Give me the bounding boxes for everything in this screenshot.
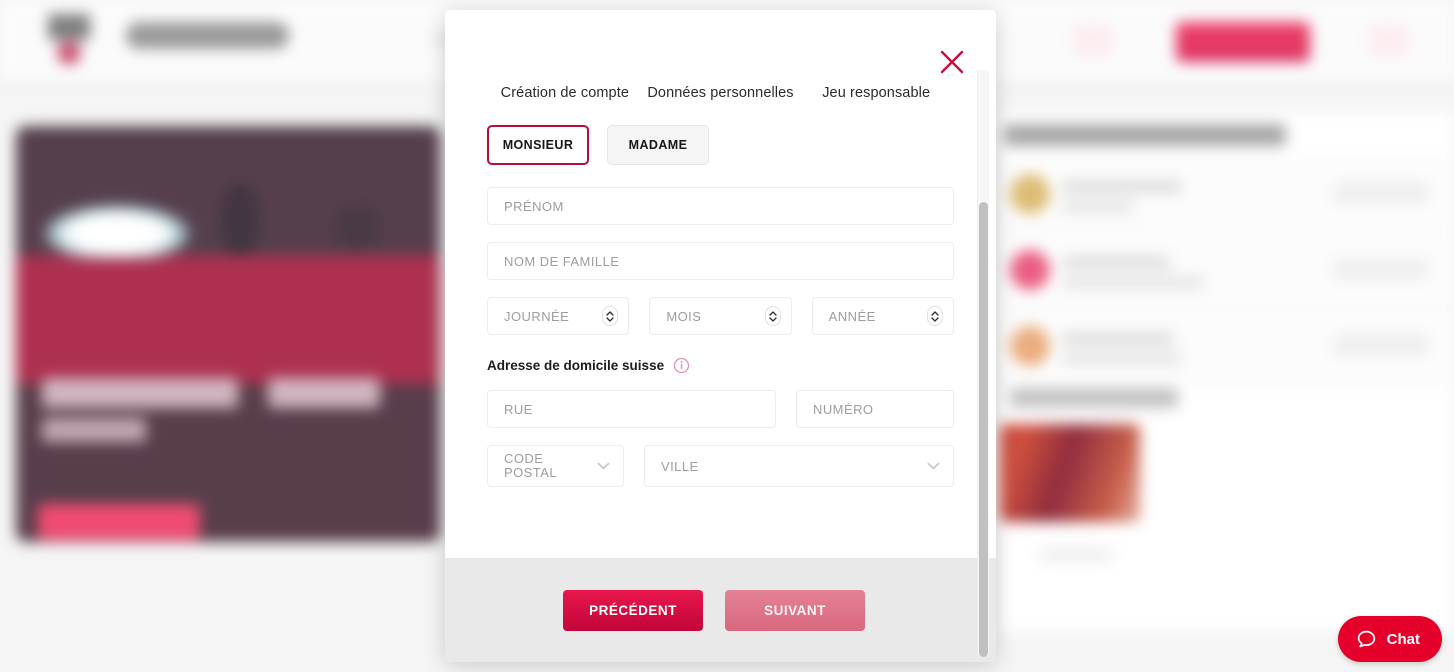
postal-code-label-line2: POSTAL [504, 465, 558, 480]
address-section-header: Adresse de domicile suisse [487, 357, 954, 374]
stepper-updown-icon[interactable] [926, 306, 943, 326]
chevron-down-icon[interactable] [597, 462, 610, 470]
step-label: Création de compte [500, 85, 629, 101]
stepper-updown-icon[interactable] [602, 306, 619, 326]
stepper-updown-icon[interactable] [764, 306, 781, 326]
step-indicator: Création de compte Données personnelles … [445, 10, 996, 105]
gender-option-monsieur[interactable]: MONSIEUR [487, 125, 589, 165]
modal-form: MONSIEUR MADAME PRÉNOM NOM DE FAMILLE JO… [445, 105, 996, 558]
chevron-down-icon[interactable] [927, 462, 940, 470]
gender-selector: MONSIEUR MADAME [487, 125, 954, 165]
chat-button-label: Chat [1386, 630, 1420, 648]
birth-day-input[interactable]: JOURNÉE [487, 297, 630, 335]
street-number-input[interactable]: NUMÉRO [796, 390, 954, 428]
page-root: Création de compte Données personnelles … [0, 0, 1454, 672]
lastname-input[interactable]: NOM DE FAMILLE [487, 242, 954, 280]
city-row: CODE POSTAL VILLE [487, 445, 954, 487]
street-input[interactable]: RUE [487, 390, 776, 428]
birth-month-input[interactable]: MOIS [649, 297, 792, 335]
city-select[interactable]: VILLE [644, 445, 954, 487]
postal-code-select[interactable]: CODE POSTAL [487, 445, 624, 487]
chat-button[interactable]: Chat [1337, 616, 1442, 662]
modal-footer: PRÉCÉDENT SUIVANT [445, 558, 996, 662]
postal-code-label-line1: CODE [504, 451, 544, 466]
address-section-title: Adresse de domicile suisse [487, 358, 665, 373]
birth-year-label: ANNÉE [828, 308, 876, 324]
modal-scrollbar-thumb[interactable] [979, 202, 988, 657]
step-personal-data[interactable]: Données personnelles [643, 82, 799, 105]
step-create-account[interactable]: Création de compte [487, 82, 643, 105]
close-icon[interactable] [934, 44, 970, 80]
birthdate-group: JOURNÉE MOIS ANNÉE [487, 297, 954, 335]
step-label: Jeu responsable [822, 85, 931, 101]
birth-day-label: JOURNÉE [504, 308, 570, 324]
next-button[interactable]: SUIVANT [725, 589, 865, 631]
step-responsible-gaming[interactable]: Jeu responsable [798, 82, 954, 105]
firstname-input[interactable]: PRÉNOM [487, 187, 954, 225]
postal-code-label: CODE POSTAL [504, 452, 557, 480]
registration-modal: Création de compte Données personnelles … [445, 10, 996, 662]
chat-bubble-icon [1356, 629, 1377, 650]
previous-button[interactable]: PRÉCÉDENT [563, 589, 703, 631]
info-circle-icon[interactable] [673, 357, 690, 374]
city-label: VILLE [661, 458, 699, 474]
birth-year-input[interactable]: ANNÉE [811, 297, 954, 335]
address-row: RUE NUMÉRO [487, 390, 954, 428]
gender-option-madame[interactable]: MADAME [607, 125, 709, 165]
birth-month-label: MOIS [666, 308, 702, 324]
step-label: Données personnelles [647, 85, 794, 101]
